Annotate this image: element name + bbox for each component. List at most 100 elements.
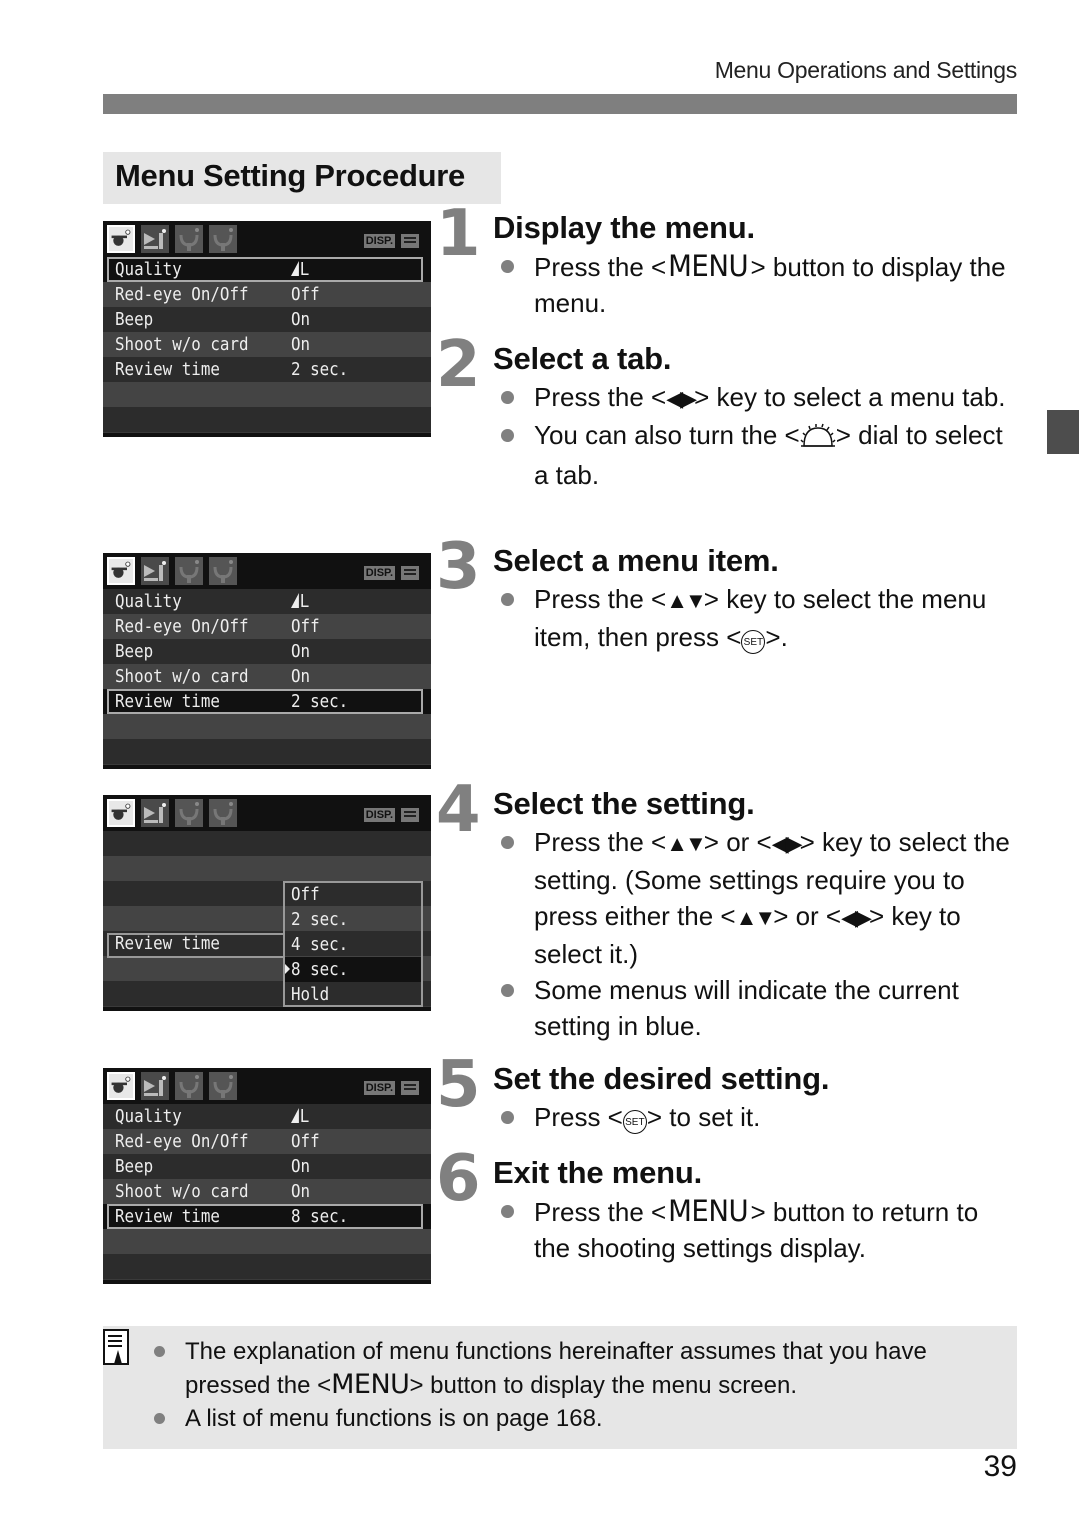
step-number: 2 xyxy=(436,328,481,402)
menu-item-label: Shoot w/o card xyxy=(115,334,249,355)
lcd-menu-row[interactable]: Red-eye On/Off Off xyxy=(103,282,431,307)
playback-menu-tab-icon[interactable] xyxy=(141,1072,169,1100)
step-bullets: Press the <▲▼> key to select the menu it… xyxy=(498,581,1018,655)
menu-item-value-text: On xyxy=(291,641,311,662)
shooting-menu-tab-icon[interactable] xyxy=(107,1072,135,1100)
menu-item-value: Off xyxy=(291,1129,320,1154)
bullet-dot-icon xyxy=(501,391,514,404)
text-segment: You can also turn the < xyxy=(534,420,800,450)
info-display-icon xyxy=(401,234,419,248)
setup-menu-tab-2-icon[interactable] xyxy=(209,799,237,827)
bullet-item: Press the <▲▼> key to select the menu it… xyxy=(498,581,1018,655)
menu-item-value: On xyxy=(291,332,310,357)
menu-item-value: On xyxy=(291,639,310,664)
lcd-tab-bar: DISP. xyxy=(103,553,431,589)
bullet-dot-icon xyxy=(501,836,514,849)
step-bullets: Press the <MENU> button to return to the… xyxy=(498,1193,1018,1266)
setup-menu-tab-2-icon[interactable] xyxy=(209,225,237,253)
setting-option[interactable]: 2 sec. xyxy=(285,907,421,932)
setting-option[interactable]: Off xyxy=(285,882,421,907)
playback-menu-tab-icon[interactable] xyxy=(141,799,169,827)
menu-item-label: Shoot w/o card xyxy=(115,1181,249,1202)
shooting-menu-tab-icon[interactable] xyxy=(107,557,135,585)
menu-item-value-text: L xyxy=(299,591,310,612)
lcd-menu-row[interactable]: Shoot w/o card On xyxy=(103,664,431,689)
setting-option-label: Hold xyxy=(291,984,330,1005)
setup-menu-tab-1-icon[interactable] xyxy=(175,557,203,585)
shooting-menu-tab-icon[interactable] xyxy=(107,225,135,253)
step-number: 6 xyxy=(436,1142,481,1216)
setup-menu-tab-1-icon[interactable] xyxy=(175,225,203,253)
menu-item-label: Red-eye On/Off xyxy=(115,616,249,637)
setting-option[interactable]: 8 sec. xyxy=(285,957,421,982)
lcd-menu-row[interactable]: Shoot w/o card On xyxy=(103,332,431,357)
lcd-menu-row[interactable]: Red-eye On/Off Off xyxy=(103,1129,431,1154)
menu-item-value-text: On xyxy=(291,334,311,355)
lcd-menu-row[interactable]: Review time 8 sec. xyxy=(103,1204,431,1229)
bullet-item: Press the <MENU> button to return to the… xyxy=(498,1193,1018,1266)
step-number: 5 xyxy=(436,1048,481,1122)
lcd-menu-row[interactable]: Beep On xyxy=(103,639,431,664)
shooting-menu-tab-icon[interactable] xyxy=(107,799,135,827)
lcd-bottom-edge xyxy=(103,1280,431,1284)
lcd-bottom-edge xyxy=(103,1007,431,1011)
menu-item-value-text: On xyxy=(291,666,311,687)
text-segment: > or < xyxy=(703,827,772,857)
menu-button-icon: MENU xyxy=(331,1369,410,1400)
lcd-menu-row[interactable]: Quality L xyxy=(103,257,431,282)
menu-item-value-text: Off xyxy=(291,1131,320,1152)
lcd-tab-bar: DISP. xyxy=(103,221,431,257)
lcd-empty-row xyxy=(103,382,431,407)
disp-label: DISP. xyxy=(363,808,395,822)
settings-popup: Off 2 sec. 4 sec. 8 sec. Hold xyxy=(283,881,423,1007)
left-right-key-icon: ◀▶ xyxy=(841,905,872,930)
step-title: Select a tab. xyxy=(493,341,672,376)
text-segment: >. xyxy=(765,622,788,652)
setting-option-label: 8 sec. xyxy=(291,959,349,980)
menu-button-icon: MENU xyxy=(668,249,749,283)
bullet-dot-icon xyxy=(501,984,514,997)
step-number: 4 xyxy=(436,773,481,847)
step-bullets: Press < SET> to set it. xyxy=(498,1099,1018,1135)
lcd-menu-row[interactable]: Quality L xyxy=(103,589,431,614)
menu-item-label: Quality xyxy=(115,591,182,612)
playback-menu-tab-icon[interactable] xyxy=(141,557,169,585)
lcd-menu-row[interactable]: Review time 2 sec. xyxy=(103,357,431,382)
set-button-icon: SET xyxy=(622,1110,647,1134)
menu-item-value-text: Off xyxy=(291,284,320,305)
setup-menu-tab-1-icon[interactable] xyxy=(175,1072,203,1100)
lcd-menu-row[interactable]: Beep On xyxy=(103,307,431,332)
menu-item-value-text: L xyxy=(299,1106,310,1127)
step-bullets: Press the <MENU> button to display the m… xyxy=(498,248,1018,321)
setup-menu-tab-1-icon[interactable] xyxy=(175,799,203,827)
note-item: A list of menu functions is on page 168. xyxy=(152,1402,1002,1435)
lcd-menu-row[interactable]: Quality L xyxy=(103,1104,431,1129)
menu-item-value: On xyxy=(291,1154,310,1179)
menu-item-label: Review time xyxy=(115,359,220,380)
lcd-menu-row[interactable]: Red-eye On/Off Off xyxy=(103,614,431,639)
setting-option[interactable]: Hold xyxy=(285,982,421,1007)
text-segment: Press the < xyxy=(534,1197,667,1227)
lcd-menu-row[interactable]: Shoot w/o card On xyxy=(103,1179,431,1204)
lcd-menu-row[interactable]: Review time 2 sec. xyxy=(103,689,431,714)
text-segment: Press < xyxy=(534,1102,623,1132)
playback-menu-tab-icon[interactable] xyxy=(141,225,169,253)
menu-item-value: 2 sec. xyxy=(291,689,348,714)
section-title: Menu Setting Procedure xyxy=(115,158,465,193)
setting-option[interactable]: 4 sec. xyxy=(285,932,421,957)
quality-large-icon xyxy=(291,1108,299,1123)
quality-large-icon xyxy=(291,261,299,276)
lcd-menu-row[interactable]: Beep On xyxy=(103,1154,431,1179)
menu-item-label: Review time xyxy=(115,691,220,712)
lcd-screen-menu-review-selected: DISP. Quality L Red-eye On/Off Off Beep On Shoo… xyxy=(103,553,431,769)
main-dial-icon xyxy=(800,421,836,457)
menu-item-label: Red-eye On/Off xyxy=(115,284,249,305)
setup-menu-tab-2-icon[interactable] xyxy=(209,1072,237,1100)
menu-item-value: Off xyxy=(291,614,320,639)
setup-menu-tab-2-icon[interactable] xyxy=(209,557,237,585)
step-bullets: Press the <◀▶> key to select a menu tab.… xyxy=(498,379,1018,493)
info-display-icon xyxy=(401,566,419,580)
menu-item-value: L xyxy=(291,257,309,282)
bullet-dot-icon xyxy=(501,593,514,606)
chapter-side-tab xyxy=(1047,410,1079,454)
